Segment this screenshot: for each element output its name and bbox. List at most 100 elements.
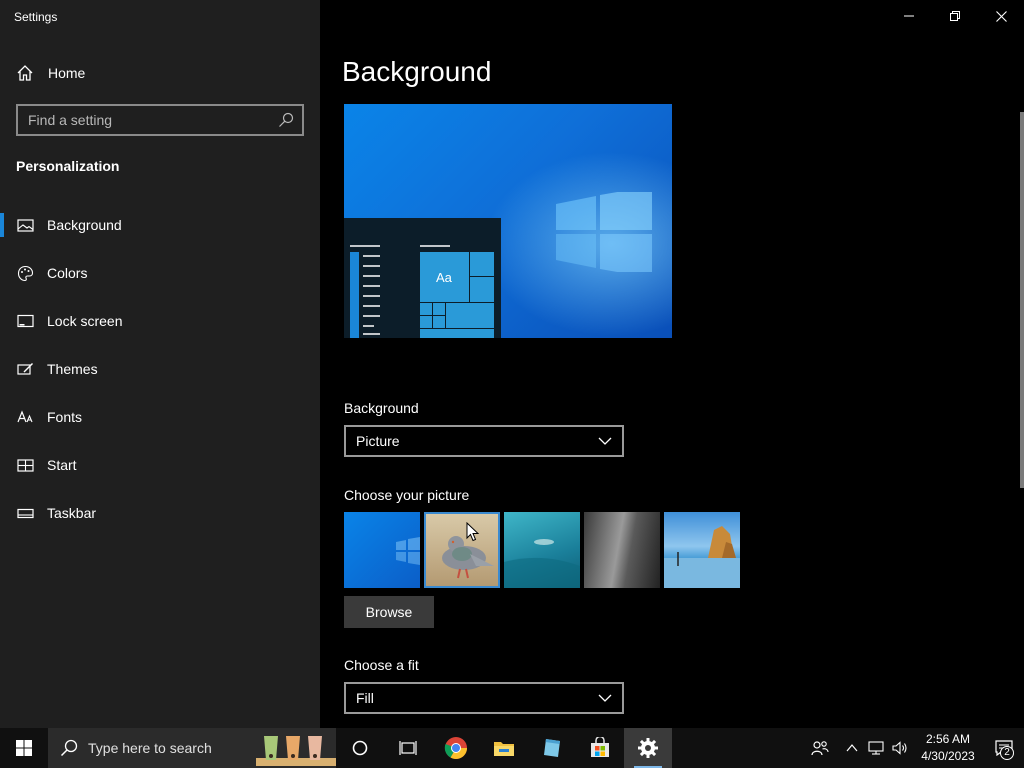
search-icon bbox=[60, 739, 78, 757]
store-icon bbox=[591, 737, 609, 757]
sidebar-item-start[interactable]: Start bbox=[0, 441, 320, 489]
picture-thumbnails bbox=[344, 512, 740, 588]
network-icon bbox=[868, 741, 884, 755]
sidebar-item-label: Taskbar bbox=[47, 505, 97, 521]
picture-thumbnail-pigeon[interactable] bbox=[424, 512, 500, 588]
find-setting-input[interactable] bbox=[18, 112, 278, 128]
restore-button[interactable] bbox=[932, 0, 978, 32]
find-setting-search[interactable] bbox=[16, 104, 304, 136]
preview-start-panel: Aa bbox=[344, 218, 501, 338]
notification-count-badge: 2 bbox=[1000, 746, 1014, 760]
beach-image bbox=[664, 526, 740, 588]
task-view-icon bbox=[399, 741, 417, 755]
chevron-down-icon bbox=[598, 437, 612, 445]
sidebar-item-lock-screen[interactable]: Lock screen bbox=[0, 297, 320, 345]
sidebar-item-label: Fonts bbox=[47, 409, 83, 425]
sidebar-item-label: Colors bbox=[47, 265, 88, 281]
pigeon-image bbox=[442, 536, 494, 579]
fonts-icon bbox=[17, 409, 33, 422]
restore-icon bbox=[950, 11, 960, 21]
close-button[interactable] bbox=[978, 0, 1024, 32]
sidebar-item-colors[interactable]: Colors bbox=[0, 249, 320, 297]
search-icon[interactable] bbox=[278, 112, 294, 128]
show-hidden-icons-button[interactable] bbox=[840, 728, 864, 768]
home-icon bbox=[17, 65, 33, 81]
action-center-button[interactable]: 2 bbox=[984, 728, 1024, 768]
network-button[interactable] bbox=[864, 728, 888, 768]
chrome-button[interactable] bbox=[432, 728, 480, 768]
chrome-icon bbox=[444, 737, 467, 759]
taskbar: Type here to search 2:56 AM 4/30/2023 2 bbox=[0, 728, 1024, 768]
picture-icon bbox=[17, 218, 34, 232]
chevron-up-icon bbox=[846, 744, 858, 752]
minimize-button[interactable] bbox=[886, 0, 932, 32]
app-title: Settings bbox=[14, 10, 58, 24]
window-controls bbox=[886, 0, 1024, 32]
picture-thumbnail-beach[interactable] bbox=[664, 512, 740, 588]
home-label: Home bbox=[48, 65, 86, 81]
picture-thumbnail-swimmer[interactable] bbox=[504, 512, 580, 588]
scrollbar[interactable] bbox=[1020, 112, 1024, 488]
volume-icon bbox=[892, 741, 907, 755]
start-icon bbox=[17, 458, 34, 472]
taskbar-icon bbox=[17, 508, 34, 518]
sidebar-item-taskbar[interactable]: Taskbar bbox=[0, 489, 320, 537]
background-type-dropdown[interactable]: Picture bbox=[344, 425, 624, 457]
sidebar-item-fonts[interactable]: Fonts bbox=[0, 393, 320, 441]
swimmer-image bbox=[504, 539, 580, 588]
windows-logo-icon bbox=[396, 537, 420, 565]
minimize-icon bbox=[904, 15, 914, 17]
palette-icon bbox=[17, 265, 34, 281]
sidebar-item-label: Start bbox=[47, 457, 77, 473]
preview-tile-text: Aa bbox=[436, 270, 452, 285]
fit-value: Fill bbox=[356, 690, 374, 706]
notepad-button[interactable] bbox=[528, 728, 576, 768]
choose-fit-label: Choose a fit bbox=[344, 657, 419, 673]
picture-thumbnail-rock[interactable] bbox=[584, 512, 660, 588]
clock[interactable]: 2:56 AM 4/30/2023 bbox=[912, 731, 984, 765]
close-icon bbox=[995, 10, 1007, 22]
preview-start-menu bbox=[350, 245, 494, 338]
sidebar-item-label: Themes bbox=[47, 361, 98, 377]
sidebar-item-background[interactable]: Background bbox=[0, 201, 320, 249]
cortana-button[interactable] bbox=[336, 728, 384, 768]
store-button[interactable] bbox=[576, 728, 624, 768]
background-label: Background bbox=[344, 400, 419, 416]
folder-icon bbox=[494, 742, 514, 756]
sidebar-nav: Background Colors Lock screen Themes Fon… bbox=[0, 201, 320, 537]
main-content: Background Aa Background Picture Choose … bbox=[320, 0, 1024, 728]
people-icon bbox=[811, 741, 829, 756]
task-view-button[interactable] bbox=[384, 728, 432, 768]
taskbar-search-placeholder: Type here to search bbox=[88, 740, 212, 756]
section-title: Personalization bbox=[16, 158, 120, 174]
background-type-value: Picture bbox=[356, 433, 400, 449]
taskbar-search-box[interactable]: Type here to search bbox=[48, 728, 336, 768]
search-highlight-drinks-icon bbox=[256, 736, 336, 766]
windows-logo-icon bbox=[556, 192, 652, 272]
fit-dropdown[interactable]: Fill bbox=[344, 682, 624, 714]
clock-date: 4/30/2023 bbox=[921, 749, 975, 763]
home-link[interactable]: Home bbox=[16, 62, 85, 84]
sidebar-item-themes[interactable]: Themes bbox=[0, 345, 320, 393]
system-tray: 2:56 AM 4/30/2023 2 bbox=[800, 728, 1024, 768]
sidebar-item-label: Lock screen bbox=[47, 313, 123, 329]
lock-screen-icon bbox=[17, 314, 34, 327]
people-button[interactable] bbox=[800, 728, 840, 768]
gear-icon bbox=[638, 738, 658, 758]
notepad-icon bbox=[544, 739, 560, 757]
background-preview: Aa bbox=[344, 104, 672, 338]
browse-button[interactable]: Browse bbox=[344, 596, 434, 628]
page-title: Background bbox=[342, 56, 492, 87]
clock-time: 2:56 AM bbox=[925, 732, 971, 746]
themes-icon bbox=[17, 362, 33, 375]
picture-thumbnail-windows[interactable] bbox=[344, 512, 420, 588]
chevron-down-icon bbox=[598, 694, 612, 702]
settings-button[interactable] bbox=[624, 728, 672, 768]
sidebar-item-label: Background bbox=[47, 217, 122, 233]
volume-button[interactable] bbox=[888, 728, 912, 768]
mouse-cursor-icon bbox=[466, 522, 480, 542]
file-explorer-button[interactable] bbox=[480, 728, 528, 768]
start-button[interactable] bbox=[0, 728, 48, 768]
cortana-icon bbox=[352, 740, 368, 756]
windows-start-icon bbox=[16, 740, 32, 756]
